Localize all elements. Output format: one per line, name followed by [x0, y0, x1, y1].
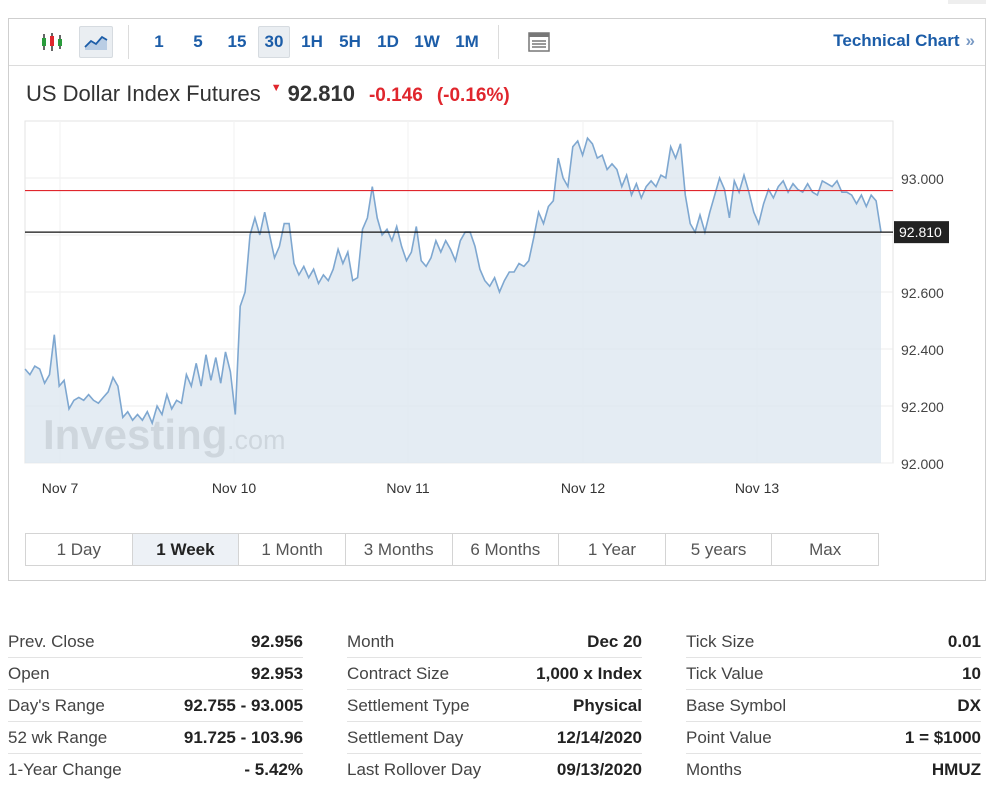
interval-button-5h[interactable]: 5H	[334, 26, 366, 58]
stat-value: - 5.42%	[244, 760, 303, 779]
range-tab-5-years[interactable]: 5 years	[666, 534, 773, 565]
x-tick-label: Nov 13	[735, 480, 780, 496]
page-corner-strip	[948, 0, 986, 4]
stat-label: Point Value	[686, 727, 772, 747]
time-range-tabs: 1 Day 1 Week 1 Month 3 Months 6 Months 1 Year…	[25, 533, 879, 566]
price-change-percent: (-0.16%)	[436, 85, 510, 106]
interval-button-1h[interactable]: 1H	[296, 26, 328, 58]
double-chevron-right-icon: »	[965, 31, 975, 50]
range-tab-3-months[interactable]: 3 Months	[346, 534, 453, 565]
interval-button-1m[interactable]: 1M	[449, 26, 485, 58]
quote-header: US Dollar Index Futures ▼ 92.810 -0.146 …	[26, 81, 510, 109]
range-tab-1-day[interactable]: 1 Day	[26, 534, 133, 565]
interval-button-15[interactable]: 15	[222, 26, 252, 58]
stat-value: 12/14/2020	[556, 727, 642, 747]
price-chart[interactable]: 93.00092.80092.60092.40092.20092.000Nov …	[9, 117, 985, 507]
technical-chart-label: Technical Chart	[833, 31, 960, 50]
stat-value: 10	[962, 663, 981, 683]
stats-row: Open 92.953	[8, 658, 303, 690]
price-change: -0.146	[368, 85, 423, 106]
stat-label: Settlement Type	[347, 695, 470, 715]
stats-row: Settlement Type Physical	[347, 690, 642, 722]
stat-label: Months	[686, 760, 742, 779]
stats-row: Tick Size 0.01	[686, 626, 981, 658]
stats-row: Day's Range 92.755 - 93.005	[8, 690, 303, 722]
stat-value: 1,000 x Index	[536, 663, 642, 683]
stat-value: Physical	[573, 695, 642, 715]
stats-row: Last Rollover Day 09/13/2020	[347, 754, 642, 786]
interval-button-1[interactable]: 1	[146, 26, 172, 58]
stat-label: Base Symbol	[686, 695, 787, 715]
range-tab-max[interactable]: Max	[772, 534, 878, 565]
table-icon[interactable]	[524, 26, 554, 58]
stats-row: Contract Size 1,000 x Index	[347, 658, 642, 690]
range-tab-1-month[interactable]: 1 Month	[239, 534, 346, 565]
candlestick-chart-icon[interactable]	[35, 26, 69, 58]
stats-row: Months HMUZ	[686, 754, 981, 786]
stats-row: Tick Value 10	[686, 658, 981, 690]
stat-value: 92.755 - 93.005	[183, 695, 303, 715]
stats-row: 52 wk Range 91.725 - 103.96	[8, 722, 303, 754]
stat-label: Day's Range	[8, 695, 105, 715]
stat-value: DX	[957, 695, 981, 715]
stats-row: Month Dec 20	[347, 626, 642, 658]
y-tick-label: 92.600	[901, 285, 944, 301]
interval-button-5[interactable]: 5	[185, 26, 211, 58]
toolbar-separator	[498, 25, 499, 59]
stat-label: Open	[8, 663, 50, 683]
stat-value: 92.956	[251, 631, 303, 651]
interval-button-30[interactable]: 30	[258, 26, 290, 58]
stat-value: 09/13/2020	[556, 760, 642, 779]
stat-label: Tick Size	[686, 631, 755, 651]
interval-button-1d[interactable]: 1D	[372, 26, 404, 58]
range-tab-6-months[interactable]: 6 Months	[453, 534, 560, 565]
range-tab-1-week[interactable]: 1 Week	[132, 534, 240, 565]
toolbar-separator	[128, 25, 129, 59]
stat-value: 1 = $1000	[904, 727, 981, 747]
last-price: 92.810	[287, 81, 355, 106]
stats-column: Prev. Close 92.956 Open 92.953 Day's Range 92…	[8, 626, 303, 786]
stats-row: Prev. Close 92.956	[8, 626, 303, 658]
y-tick-label: 92.200	[901, 399, 944, 415]
stats-column: Tick Size 0.01 Tick Value 10 Base Symbol DX Po…	[686, 626, 981, 786]
chart-widget: 1 5 15 30 1H 5H 1D 1W 1M Technical Chart» US Dol…	[8, 18, 986, 581]
range-tab-1-year[interactable]: 1 Year	[559, 534, 666, 565]
stat-label: Prev. Close	[8, 631, 95, 651]
down-arrow-icon: ▼	[270, 82, 282, 94]
x-tick-label: Nov 12	[561, 480, 606, 496]
technical-chart-link[interactable]: Technical Chart »	[833, 31, 975, 51]
stat-label: 1-Year Change	[8, 760, 122, 779]
stat-value: 0.01	[947, 631, 981, 651]
stat-value: Dec 20	[587, 631, 642, 651]
y-tick-label: 92.400	[901, 342, 944, 358]
x-tick-label: Nov 11	[386, 480, 430, 496]
stats-row: Settlement Day 12/14/2020	[347, 722, 642, 754]
x-tick-label: Nov 7	[42, 480, 79, 496]
x-tick-label: Nov 10	[212, 480, 257, 496]
y-tick-label: 93.000	[901, 171, 944, 187]
chart-toolbar: 1 5 15 30 1H 5H 1D 1W 1M Technical Chart»	[9, 19, 985, 66]
stat-value: HMUZ	[931, 760, 981, 779]
area-chart-icon[interactable]	[79, 26, 113, 58]
y-tick-label: 92.000	[901, 456, 944, 472]
stat-label: Contract Size	[347, 663, 450, 683]
stat-label: Tick Value	[686, 663, 764, 683]
stats-row: 1-Year Change - 5.42%	[8, 754, 303, 786]
current-price-tag-label: 92.810	[899, 224, 942, 240]
stat-label: Month	[347, 631, 395, 651]
stat-label: Settlement Day	[347, 727, 464, 747]
stat-value: 91.725 - 103.96	[183, 727, 303, 747]
interval-button-1w[interactable]: 1W	[409, 26, 445, 58]
stats-row: Base Symbol DX	[686, 690, 981, 722]
stats-column: Month Dec 20 Contract Size 1,000 x Index Set…	[347, 626, 642, 786]
stat-label: 52 wk Range	[8, 727, 108, 747]
stat-label: Last Rollover Day	[347, 760, 482, 779]
stats-row: Point Value 1 = $1000	[686, 722, 981, 754]
instrument-name: US Dollar Index Futures	[26, 81, 261, 106]
stat-value: 92.953	[251, 663, 303, 683]
